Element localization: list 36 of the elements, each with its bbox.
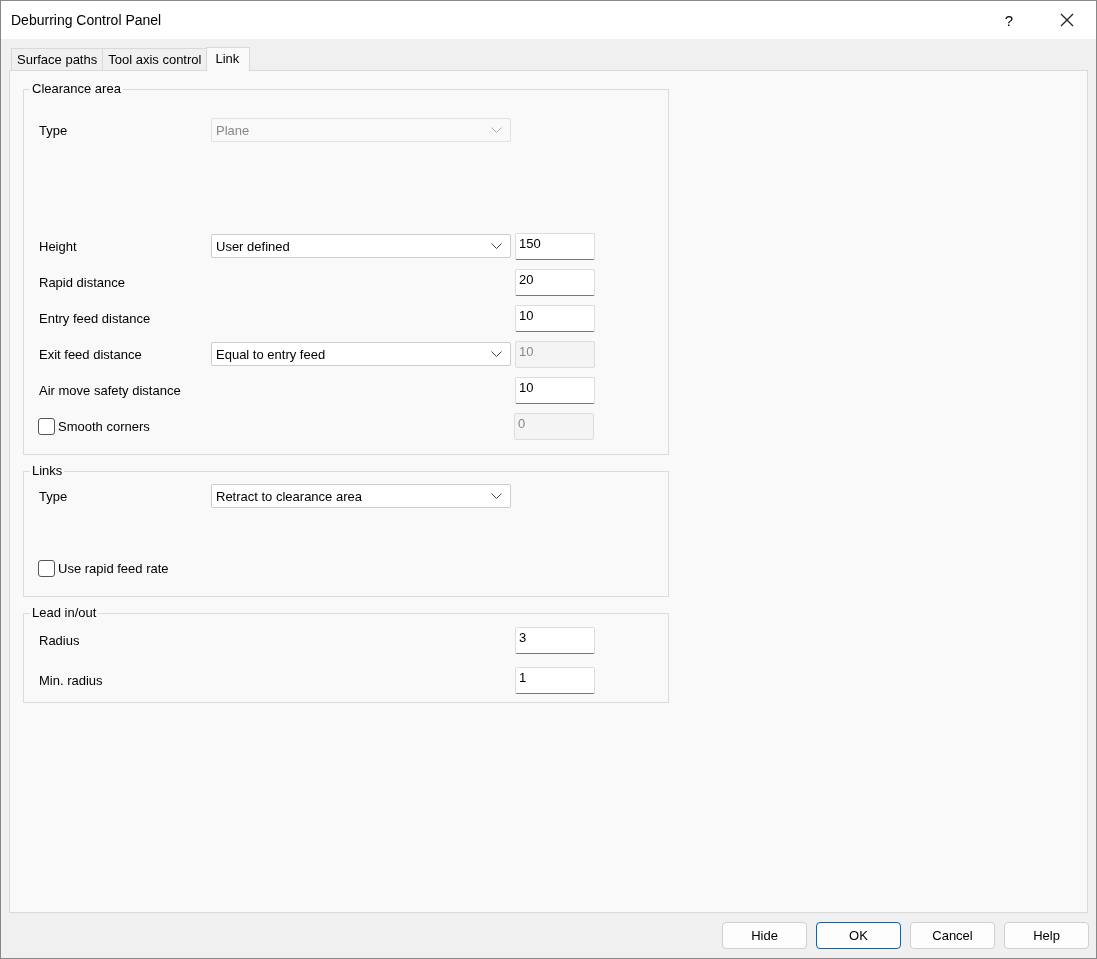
group-title: Clearance area — [30, 81, 123, 96]
field-label: Min. radius — [39, 672, 104, 688]
tab[interactable]: Surface paths — [11, 48, 104, 70]
field-label: Entry feed distance — [39, 310, 152, 326]
input-field[interactable]: 20 — [515, 268, 595, 296]
input-field[interactable]: 1 — [515, 666, 595, 694]
group-title: Lead in/out — [30, 605, 99, 620]
window-title: Deburring Control Panel — [11, 12, 163, 28]
dialog-button[interactable]: Help — [1004, 922, 1089, 949]
checkbox[interactable]: Smooth corners — [38, 417, 210, 435]
input-field[interactable]: 10 — [515, 304, 595, 332]
dropdown[interactable]: Equal to entry feed — [211, 342, 511, 366]
input-field[interactable]: 3 — [515, 626, 595, 654]
help-button[interactable]: ? — [980, 1, 1038, 39]
field-label: Type — [39, 122, 69, 138]
tab[interactable]: Link — [206, 47, 251, 71]
dialog-button[interactable]: OK — [816, 922, 901, 949]
checkbox[interactable]: Use rapid feed rate — [38, 559, 210, 577]
chevron-down-icon — [491, 350, 502, 358]
field-label: Air move safety distance — [39, 382, 182, 398]
field-label: Exit feed distance — [39, 346, 143, 362]
dropdown[interactable]: User defined — [211, 234, 511, 258]
chevron-down-icon — [491, 242, 502, 250]
dropdown[interactable]: Retract to clearance area — [211, 484, 511, 508]
field-label: Height — [39, 238, 78, 254]
dialog-button[interactable]: Cancel — [910, 922, 995, 949]
group-title: Links — [30, 463, 65, 478]
field-label: Type — [39, 488, 69, 504]
field-label: Rapid distance — [39, 274, 126, 290]
close-icon — [1060, 13, 1074, 27]
dialog-button[interactable]: Hide — [722, 922, 807, 949]
input-field[interactable]: 10 — [515, 376, 595, 404]
input-field[interactable]: 150 — [515, 232, 595, 260]
chevron-down-icon — [491, 492, 502, 500]
chevron-down-icon — [491, 126, 502, 134]
field-label: Radius — [39, 632, 81, 648]
